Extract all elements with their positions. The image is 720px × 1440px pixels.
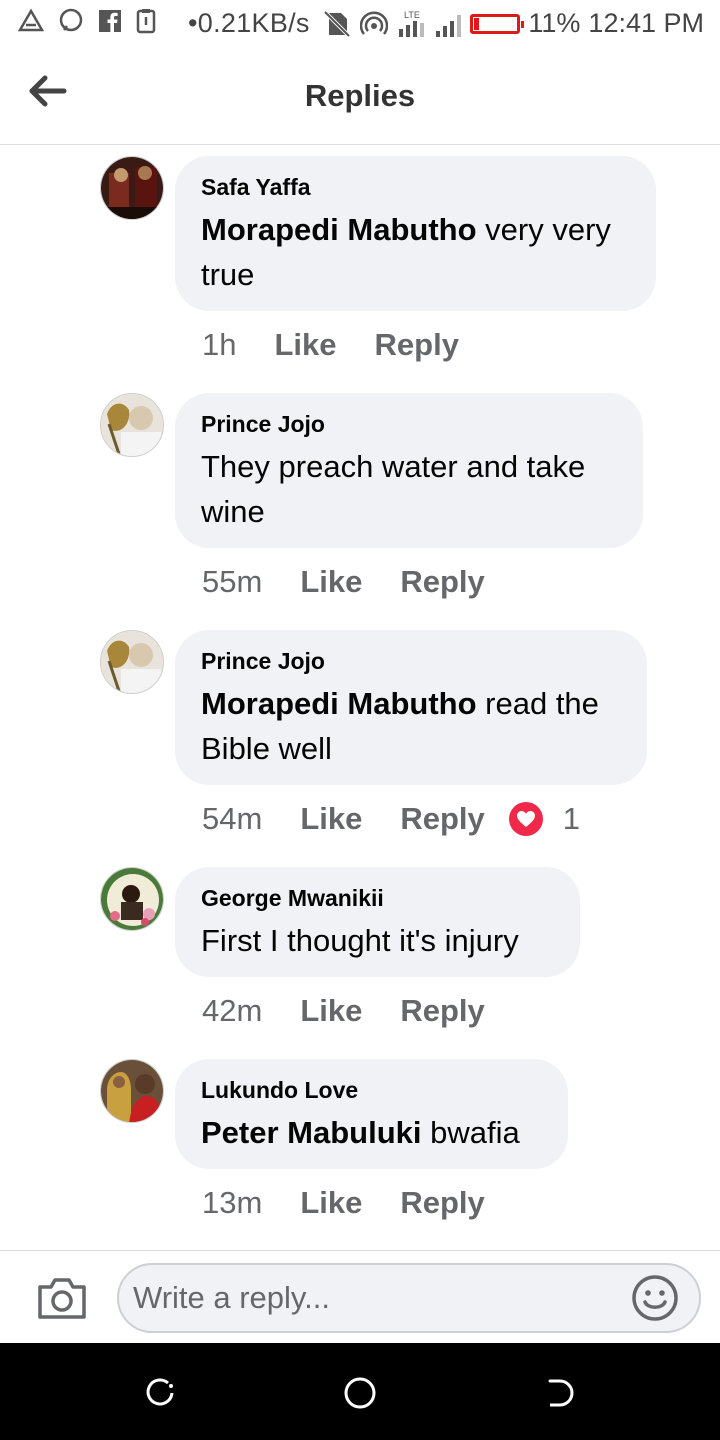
like-button[interactable]: Like <box>274 327 336 363</box>
like-button[interactable]: Like <box>300 993 362 1029</box>
like-button[interactable]: Like <box>300 564 362 600</box>
clock: 12:41 PM <box>588 8 704 38</box>
clipboard-icon <box>136 8 156 34</box>
avatar[interactable] <box>100 630 164 694</box>
reply-button[interactable]: Reply <box>400 1185 484 1221</box>
battery-fill <box>474 17 480 30</box>
like-button[interactable]: Like <box>300 801 362 837</box>
avatar[interactable] <box>100 156 164 220</box>
avatar[interactable] <box>100 867 164 931</box>
mention-link[interactable]: Morapedi Mabutho <box>201 686 477 721</box>
recent-apps-button[interactable] <box>142 1375 178 1411</box>
reply-button[interactable]: Reply <box>400 993 484 1029</box>
comment-time[interactable]: 55m <box>202 564 262 600</box>
comment-bubble[interactable]: Prince Jojo Morapedi Mabutho read the Bi… <box>175 630 647 785</box>
reply-button[interactable]: Reply <box>400 801 484 837</box>
comment-text: Morapedi Mabutho read the Bible well <box>201 686 599 766</box>
reply-button[interactable]: Reply <box>400 564 484 600</box>
back-nav-button[interactable] <box>542 1375 578 1411</box>
comment-text: Morapedi Mabutho very very true <box>201 212 611 292</box>
network-speed: •0.21KB/s <box>188 8 310 38</box>
comment-author[interactable]: Lukundo Love <box>201 1077 542 1104</box>
mention-link[interactable]: Peter Mabuluki <box>201 1115 422 1150</box>
comment-text: They preach water and take wine <box>201 449 586 529</box>
home-icon <box>342 1377 378 1415</box>
reaction-summary[interactable]: 1 <box>508 801 581 837</box>
messenger-icon <box>58 8 84 34</box>
camera-icon <box>36 1278 88 1325</box>
comment-bubble[interactable]: Safa Yaffa Morapedi Mabutho very very tr… <box>175 156 656 311</box>
hotspot-icon <box>360 10 389 38</box>
comment-actions: 54m Like Reply 1 <box>202 801 580 837</box>
comment-actions: 42m Like Reply <box>202 993 485 1029</box>
emoji-button[interactable] <box>630 1273 680 1323</box>
warning-triangle-icon <box>18 8 44 34</box>
notification-icons <box>18 8 156 34</box>
reply-input[interactable] <box>117 1263 701 1333</box>
comment-time[interactable]: 13m <box>202 1185 262 1221</box>
smiley-icon <box>630 1275 680 1327</box>
comment-text: Peter Mabuluki bwafia <box>201 1115 520 1150</box>
avatar[interactable] <box>100 1059 164 1123</box>
comment-author[interactable]: Prince Jojo <box>201 411 617 438</box>
comment-author[interactable]: Prince Jojo <box>201 648 621 675</box>
top-bar: Replies <box>0 50 720 145</box>
comment-bubble[interactable]: Lukundo Love Peter Mabuluki bwafia <box>175 1059 568 1169</box>
avatar[interactable] <box>100 393 164 457</box>
comment-actions: 55m Like Reply <box>202 564 485 600</box>
lte-signal-icon: LTE <box>396 9 426 39</box>
no-sim-icon <box>322 9 352 39</box>
page-title: Replies <box>304 78 416 113</box>
like-button[interactable]: Like <box>300 1185 362 1221</box>
battery-percent: 11% <box>528 8 581 38</box>
comment-time[interactable]: 42m <box>202 993 262 1029</box>
back-icon <box>542 1379 578 1415</box>
system-nav-bar <box>0 1343 720 1440</box>
home-button[interactable] <box>342 1375 378 1411</box>
comment-text: First I thought it's injury <box>201 923 519 958</box>
facebook-icon <box>98 9 122 33</box>
reply-button[interactable]: Reply <box>375 327 459 363</box>
comment-actions: 13m Like Reply <box>202 1185 485 1221</box>
battery-icon <box>470 13 525 34</box>
comment-bubble[interactable]: Prince Jojo They preach water and take w… <box>175 393 643 548</box>
svg-text:LTE: LTE <box>404 10 420 20</box>
reaction-count: 1 <box>562 801 581 836</box>
comment-actions: 1h Like Reply <box>202 327 459 363</box>
comment-author[interactable]: Safa Yaffa <box>201 174 630 201</box>
comment-time[interactable]: 1h <box>202 327 236 363</box>
mention-link[interactable]: Morapedi Mabutho <box>201 212 477 247</box>
status-bar: •0.21KB/s LTE 11% 12:41 PM <box>0 0 720 50</box>
comment-time[interactable]: 54m <box>202 801 262 837</box>
camera-button[interactable] <box>36 1275 88 1321</box>
recent-apps-icon <box>142 1378 178 1415</box>
heart-icon <box>508 802 543 836</box>
reply-composer <box>0 1250 720 1343</box>
system-status: LTE 11% 12:41 PM <box>322 8 704 39</box>
comment-author[interactable]: George Mwanikii <box>201 885 554 912</box>
comment-bubble[interactable]: George Mwanikii First I thought it's inj… <box>175 867 580 977</box>
signal-bars-icon <box>434 10 462 38</box>
